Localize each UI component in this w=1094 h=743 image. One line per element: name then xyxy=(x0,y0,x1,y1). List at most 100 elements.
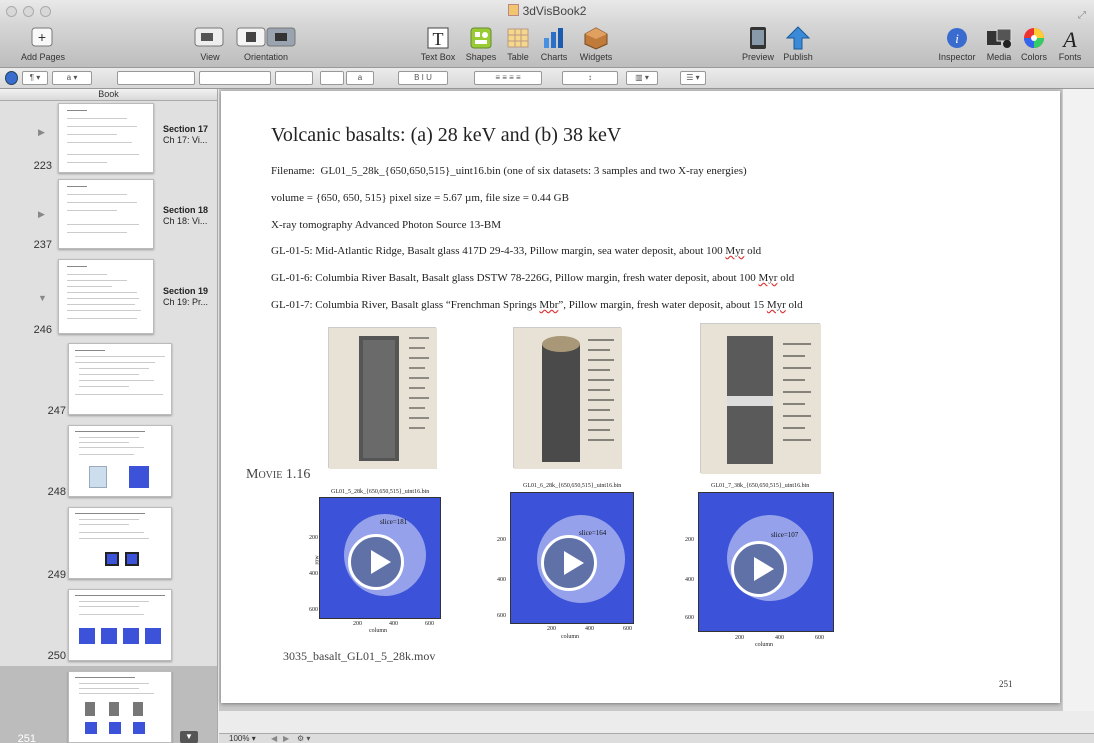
previous-page-icon[interactable]: ◀ xyxy=(271,734,277,743)
slice-label: slice=107 xyxy=(771,531,799,539)
document-icon xyxy=(507,4,519,16)
font-size-field[interactable] xyxy=(275,71,313,85)
zoom-window-button[interactable] xyxy=(40,6,51,17)
page-thumbnail-247[interactable] xyxy=(68,343,172,415)
slice-label: slice=164 xyxy=(579,529,607,537)
x-tick: 400 xyxy=(585,626,594,632)
status-bar: 100% ▾ ◀ ▶ ⚙ ▾ xyxy=(219,733,1094,743)
page-thumbnail-246[interactable] xyxy=(58,259,154,334)
text-color-well[interactable] xyxy=(320,71,344,85)
add-pages-button[interactable]: + Add Pages xyxy=(18,26,68,62)
action-gear-icon[interactable]: ⚙ ▾ xyxy=(297,734,310,743)
colors-button[interactable]: Colors xyxy=(1017,26,1051,62)
bold-italic-underline-buttons[interactable]: B I U xyxy=(398,71,448,85)
orientation-icon xyxy=(234,26,298,50)
y-tick: 600 xyxy=(309,607,318,613)
fonts-button[interactable]: A Fonts xyxy=(1055,26,1085,62)
y-tick: 200 xyxy=(309,535,318,541)
publish-button[interactable]: Publish xyxy=(778,26,818,62)
page-thumbnail-249[interactable] xyxy=(68,507,172,579)
sample-line-2: GL-01-6: Columbia River Basalt, Basalt g… xyxy=(271,272,795,284)
charts-button[interactable]: Charts xyxy=(537,26,571,62)
list-bullets-popup[interactable]: ☰ ▾ xyxy=(680,71,706,85)
add-pages-icon: + xyxy=(18,26,68,50)
canvas-area: Volcanic basalts: (a) 28 keV and (b) 38 … xyxy=(219,89,1094,711)
charts-icon xyxy=(537,26,571,50)
page-thumbnail-248[interactable] xyxy=(68,425,172,497)
format-bar: ¶ ▾ a ▾ a B I U ≡ ≡ ≡ ≡ ↕ ▥ ▾ ☰ ▾ xyxy=(0,68,1094,89)
movie-1-frame[interactable]: slice=181 xyxy=(319,497,441,619)
svg-text:+: + xyxy=(38,29,46,45)
columns-popup[interactable]: ▥ ▾ xyxy=(626,71,658,85)
preview-button[interactable]: Preview xyxy=(738,26,778,62)
book-sidebar: Book ▶ Section 17 Ch 17: Vi... 223 ▶ Sect… xyxy=(0,89,218,743)
view-button[interactable]: View xyxy=(190,26,230,62)
section-17-label[interactable]: Section 17 Ch 17: Vi... xyxy=(163,124,208,146)
movie-2-frame[interactable]: slice=164 xyxy=(510,492,634,624)
page-number-footer: 251 xyxy=(999,679,1013,689)
shapes-icon xyxy=(462,26,500,50)
text-box-button[interactable]: T Text Box xyxy=(418,26,458,62)
vertical-scrollbar[interactable] xyxy=(1062,89,1094,711)
shapes-button[interactable]: Shapes xyxy=(462,26,500,62)
y-tick: 200 xyxy=(685,537,694,543)
typeface-popup[interactable] xyxy=(199,71,271,85)
movie-3-frame[interactable]: slice=107 xyxy=(698,492,834,632)
volume-line: volume = {650, 650, 515} pixel size = 5.… xyxy=(271,192,569,204)
styles-drawer-icon[interactable] xyxy=(5,71,18,85)
toolbar: + Add Pages View Orientation T Text Box … xyxy=(0,24,1094,68)
y-tick: 400 xyxy=(497,577,506,583)
svg-text:T: T xyxy=(433,29,444,49)
x-tick: 600 xyxy=(815,635,824,641)
section-19-label[interactable]: Section 19 Ch 19: Pr... xyxy=(163,286,208,308)
font-family-popup[interactable] xyxy=(117,71,195,85)
zoom-popup[interactable]: 100% ▾ xyxy=(229,734,256,743)
svg-text:i: i xyxy=(955,31,959,46)
x-tick: 200 xyxy=(735,635,744,641)
sidebar-header: Book xyxy=(0,89,217,101)
page-thumbnail-251[interactable] xyxy=(68,671,172,743)
page-thumbnail-237[interactable] xyxy=(58,179,154,249)
widgets-button[interactable]: Widgets xyxy=(574,26,618,62)
x-tick: 400 xyxy=(775,635,784,641)
character-style-popup[interactable]: a ▾ xyxy=(52,71,92,85)
line-spacing-popup[interactable]: ↕ xyxy=(562,71,618,85)
x-axis-label: column xyxy=(755,642,773,648)
table-icon xyxy=(502,26,534,50)
x-axis-label: column xyxy=(369,628,387,634)
play-icon[interactable] xyxy=(541,535,597,591)
close-window-button[interactable] xyxy=(6,6,17,17)
media-icon xyxy=(982,26,1016,50)
page-number: 246 xyxy=(33,324,52,336)
y-tick: 400 xyxy=(309,571,318,577)
page-thumbnail-223[interactable] xyxy=(58,103,154,173)
minimize-window-button[interactable] xyxy=(23,6,34,17)
sample-line-3: GL-01-7: Columbia River, Basalt glass “F… xyxy=(271,299,803,311)
inspector-button[interactable]: i Inspector xyxy=(934,26,980,62)
page-thumbnail-250[interactable] xyxy=(68,589,172,661)
table-button[interactable]: Table xyxy=(502,26,534,62)
disclosure-triangle[interactable]: ▶ xyxy=(38,209,45,220)
movie-3-title: GL01_7_38k_{650,650,515}_uint16.bin xyxy=(711,483,810,489)
disclosure-triangle[interactable]: ▼ xyxy=(38,293,47,303)
filename-line: Filename: GL01_5_28k_{650,650,515}_uint1… xyxy=(271,165,747,177)
alignment-buttons[interactable]: ≡ ≡ ≡ ≡ xyxy=(474,71,542,85)
media-button[interactable]: Media xyxy=(982,26,1016,62)
title-bar: 3dVisBook2 ⤢ xyxy=(0,0,1094,24)
publish-icon xyxy=(778,26,818,50)
y-tick: 600 xyxy=(497,613,506,619)
sample-line-1: GL-01-5: Mid-Atlantic Ridge, Basalt glas… xyxy=(271,245,762,257)
highlight-color-well[interactable]: a xyxy=(346,71,374,85)
play-icon[interactable] xyxy=(731,541,787,597)
next-page-icon[interactable]: ▶ xyxy=(283,734,289,743)
fonts-icon: A xyxy=(1055,26,1085,52)
play-icon[interactable] xyxy=(348,534,404,590)
sidebar-options-button[interactable]: ▼ xyxy=(180,731,198,743)
disclosure-triangle[interactable]: ▶ xyxy=(38,127,45,138)
orientation-control[interactable]: Orientation xyxy=(234,26,298,62)
movie-2-title: GL01_6_28k_{650,650,515}_uint16.bin xyxy=(523,483,622,489)
x-tick: 600 xyxy=(425,621,434,627)
paragraph-style-popup[interactable]: ¶ ▾ xyxy=(22,71,48,85)
section-18-label[interactable]: Section 18 Ch 18: Vi... xyxy=(163,205,208,227)
y-tick: 400 xyxy=(685,577,694,583)
